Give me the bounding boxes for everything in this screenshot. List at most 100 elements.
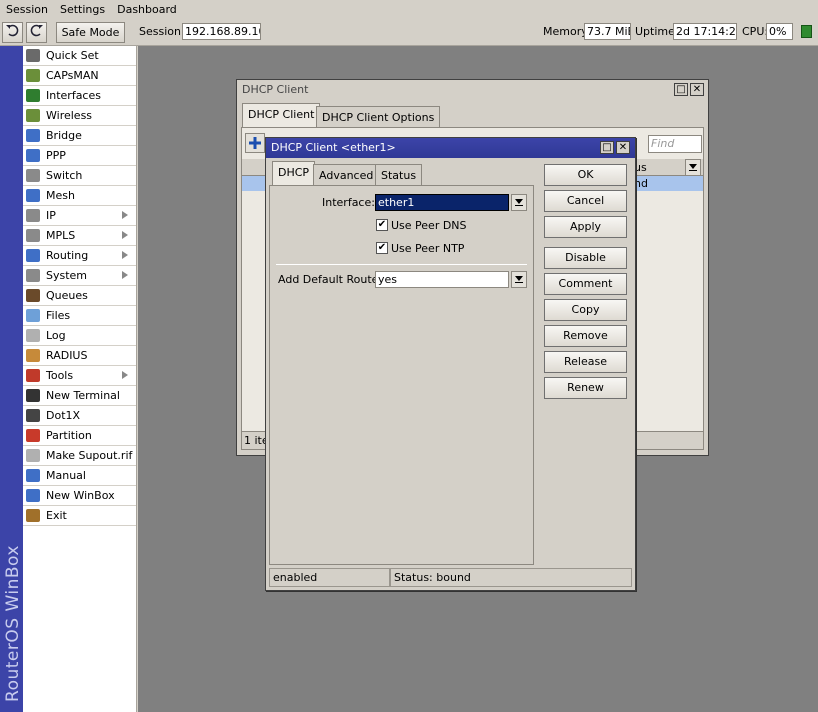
column-menu-icon[interactable] <box>685 159 701 176</box>
tab-dhcp-client-options[interactable]: DHCP Client Options <box>316 106 441 128</box>
undo-icon[interactable] <box>2 22 23 43</box>
sidebar-item-label: Mesh <box>46 189 75 202</box>
sidebar-item-label: System <box>46 269 88 282</box>
copy-button[interactable]: Copy <box>544 299 627 321</box>
sidebar-item-ppp[interactable]: PPP <box>23 146 136 166</box>
sidebar-item-ip[interactable]: IP <box>23 206 136 226</box>
sidebar-item-label: MPLS <box>46 229 76 242</box>
sidebar-item-interfaces[interactable]: Interfaces <box>23 86 136 106</box>
submenu-arrow-icon <box>122 271 128 279</box>
sidebar-item-mpls[interactable]: MPLS <box>23 226 136 246</box>
sidebar-item-manual[interactable]: Manual <box>23 466 136 486</box>
sidebar-item-files[interactable]: Files <box>23 306 136 326</box>
cpu-label: CPU: <box>742 25 769 38</box>
submenu-arrow-icon <box>122 231 128 239</box>
queues-icon <box>26 289 40 302</box>
cancel-button[interactable]: Cancel <box>544 190 627 212</box>
sidebar-item-quick-set[interactable]: Quick Set <box>23 46 136 66</box>
sidebar-item-label: Quick Set <box>46 49 99 62</box>
mesh-icon <box>26 189 40 202</box>
sidebar-item-wireless[interactable]: Wireless <box>23 106 136 126</box>
submenu-arrow-icon <box>122 371 128 379</box>
use-peer-ntp-label: Use Peer NTP <box>391 242 465 255</box>
sidebar-item-label: New Terminal <box>46 389 120 402</box>
sidebar-item-routing[interactable]: Routing <box>23 246 136 266</box>
dialog-close-icon[interactable]: ✕ <box>616 141 630 154</box>
dialog-title: DHCP Client <ether1> <box>266 138 635 158</box>
use-peer-dns-checkbox[interactable]: ✔ <box>376 219 388 231</box>
sidebar-item-label: Log <box>46 329 66 342</box>
sidebar-item-system[interactable]: System <box>23 266 136 286</box>
ok-button[interactable]: OK <box>544 164 627 186</box>
menu-settings[interactable]: Settings <box>54 0 111 16</box>
window-title: DHCP Client <box>242 83 309 96</box>
document-icon <box>26 449 40 462</box>
sidebar-item-label: Files <box>46 309 71 322</box>
interface-label: Interface: <box>322 196 375 209</box>
status-bound: Status: bound <box>390 568 632 587</box>
close-icon[interactable]: ✕ <box>690 83 704 96</box>
default-route-dropdown-icon[interactable] <box>511 271 527 288</box>
sidebar-item-label: Wireless <box>46 109 93 122</box>
mpls-icon <box>26 229 40 242</box>
folder-icon <box>26 309 40 322</box>
find-input[interactable]: Find <box>648 135 702 153</box>
tab-advanced[interactable]: Advanced <box>313 164 380 186</box>
sidebar-item-dot1x[interactable]: Dot1X <box>23 406 136 426</box>
sidebar: Quick Set CAPsMAN Interfaces Wireless Bridge… <box>23 46 137 712</box>
sidebar-item-make-supout-rif[interactable]: Make Supout.rif <box>23 446 136 466</box>
log-icon <box>26 329 40 342</box>
toolbar: Safe Mode Session: 192.168.89.100 Memory… <box>0 19 818 46</box>
sidebar-item-tools[interactable]: Tools <box>23 366 136 386</box>
tab-dhcp-client[interactable]: DHCP Client <box>242 103 321 127</box>
sidebar-item-new-winbox[interactable]: New WinBox <box>23 486 136 506</box>
menu-dashboard[interactable]: Dashboard <box>111 0 183 16</box>
tab-status[interactable]: Status <box>375 164 423 186</box>
sidebar-item-label: Dot1X <box>46 409 81 422</box>
sidebar-item-log[interactable]: Log <box>23 326 136 346</box>
sidebar-item-switch[interactable]: Switch <box>23 166 136 186</box>
sidebar-item-bridge[interactable]: Bridge <box>23 126 136 146</box>
release-button[interactable]: Release <box>544 351 627 373</box>
brand-strip: RouterOS WinBox <box>0 46 23 712</box>
sidebar-item-label: Interfaces <box>46 89 101 102</box>
sidebar-item-label: Manual <box>46 469 86 482</box>
ip-icon <box>26 209 40 222</box>
sidebar-item-mesh[interactable]: Mesh <box>23 186 136 206</box>
sidebar-item-capsman[interactable]: CAPsMAN <box>23 66 136 86</box>
menu-session[interactable]: Session <box>0 0 54 16</box>
default-route-select[interactable]: yes <box>375 271 509 288</box>
sidebar-item-label: New WinBox <box>46 489 115 502</box>
sidebar-item-label: Routing <box>46 249 89 262</box>
sidebar-item-queues[interactable]: Queues <box>23 286 136 306</box>
sidebar-item-radius[interactable]: RADIUS <box>23 346 136 366</box>
sidebar-item-new-terminal[interactable]: New Terminal <box>23 386 136 406</box>
dialog-maximize-icon[interactable]: □ <box>600 141 614 154</box>
session-field[interactable]: 192.168.89.100 <box>182 23 261 40</box>
renew-button[interactable]: Renew <box>544 377 627 399</box>
interfaces-icon <box>26 89 40 102</box>
interface-select[interactable]: ether1 <box>375 194 509 211</box>
apply-button[interactable]: Apply <box>544 216 627 238</box>
comment-button[interactable]: Comment <box>544 273 627 295</box>
disable-button[interactable]: Disable <box>544 247 627 269</box>
sidebar-item-partition[interactable]: Partition <box>23 426 136 446</box>
switch-icon <box>26 169 40 182</box>
help-icon <box>26 469 40 482</box>
memory-value: 73.7 MiB <box>584 23 631 40</box>
interface-dropdown-icon[interactable] <box>511 194 527 211</box>
sidebar-item-exit[interactable]: Exit <box>23 506 136 526</box>
tab-dhcp[interactable]: DHCP <box>272 161 316 185</box>
remove-button[interactable]: Remove <box>544 325 627 347</box>
tools-icon <box>26 369 40 382</box>
brand-text: RouterOS WinBox <box>3 545 23 702</box>
safe-mode-button[interactable]: Safe Mode <box>56 22 125 43</box>
use-peer-ntp-checkbox[interactable]: ✔ <box>376 242 388 254</box>
maximize-icon[interactable]: □ <box>674 83 688 96</box>
menu-bar: Session Settings Dashboard <box>0 0 818 19</box>
redo-icon[interactable] <box>26 22 47 43</box>
memory-chip-icon <box>801 25 812 38</box>
sidebar-item-label: Tools <box>46 369 74 382</box>
add-icon[interactable] <box>245 133 265 153</box>
sidebar-item-label: PPP <box>46 149 66 162</box>
